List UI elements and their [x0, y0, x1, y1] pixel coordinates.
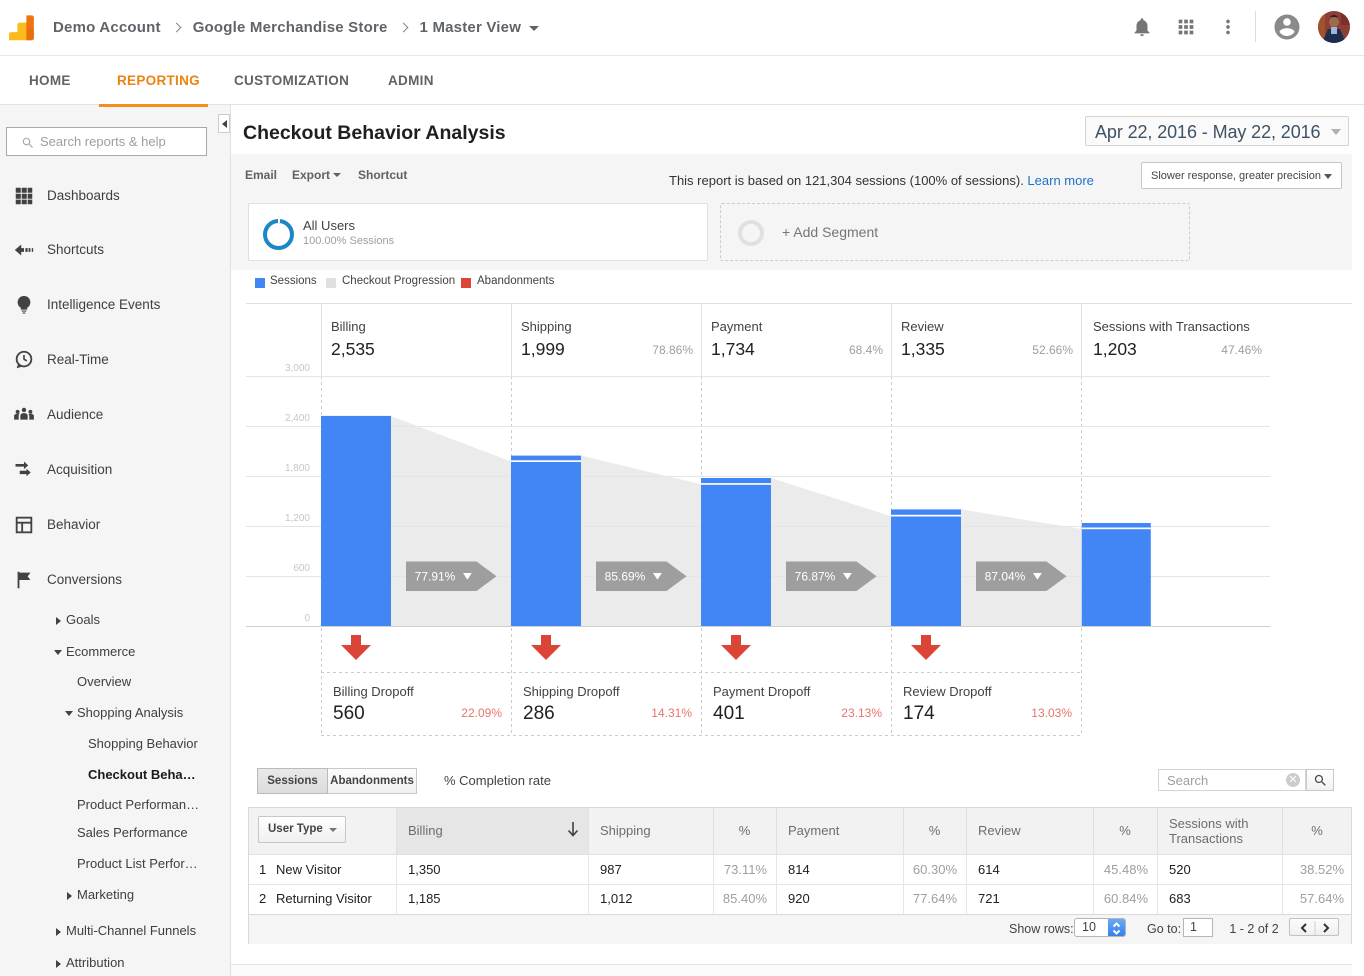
svg-text:22.09%: 22.09% [461, 706, 502, 720]
svg-text:Review Dropoff: Review Dropoff [903, 684, 992, 699]
svg-text:1,200: 1,200 [285, 513, 310, 524]
svg-text:1,800: 1,800 [285, 463, 310, 474]
svg-text:85.69%: 85.69% [605, 570, 646, 584]
svg-text:13.03%: 13.03% [1031, 706, 1072, 720]
svg-text:1,203: 1,203 [1093, 339, 1137, 359]
svg-text:14.31%: 14.31% [651, 706, 692, 720]
svg-text:52.66%: 52.66% [1032, 343, 1073, 357]
svg-text:Billing: Billing [331, 319, 366, 334]
svg-text:600: 600 [293, 563, 310, 574]
svg-text:286: 286 [523, 703, 555, 724]
svg-text:2,535: 2,535 [331, 339, 375, 359]
svg-text:23.13%: 23.13% [841, 706, 882, 720]
svg-text:68.4%: 68.4% [849, 343, 883, 357]
svg-text:Billing Dropoff: Billing Dropoff [333, 684, 414, 699]
svg-text:3,000: 3,000 [285, 363, 310, 374]
svg-text:Shipping Dropoff: Shipping Dropoff [523, 684, 620, 699]
svg-text:Sessions with Transactions: Sessions with Transactions [1093, 319, 1250, 334]
svg-text:401: 401 [713, 703, 745, 724]
svg-text:77.91%: 77.91% [415, 570, 456, 584]
svg-text:Review: Review [901, 319, 944, 334]
svg-text:174: 174 [903, 703, 935, 724]
svg-text:87.04%: 87.04% [985, 570, 1026, 584]
svg-text:Payment: Payment [711, 319, 763, 334]
svg-text:78.86%: 78.86% [652, 343, 693, 357]
svg-text:2,400: 2,400 [285, 413, 310, 424]
svg-text:1,335: 1,335 [901, 339, 945, 359]
svg-text:47.46%: 47.46% [1221, 343, 1262, 357]
svg-text:1,999: 1,999 [521, 339, 565, 359]
svg-text:560: 560 [333, 703, 365, 724]
svg-text:Shipping: Shipping [521, 319, 572, 334]
svg-text:Payment Dropoff: Payment Dropoff [713, 684, 811, 699]
svg-text:76.87%: 76.87% [795, 570, 836, 584]
svg-text:1,734: 1,734 [711, 339, 755, 359]
svg-text:0: 0 [304, 613, 310, 624]
